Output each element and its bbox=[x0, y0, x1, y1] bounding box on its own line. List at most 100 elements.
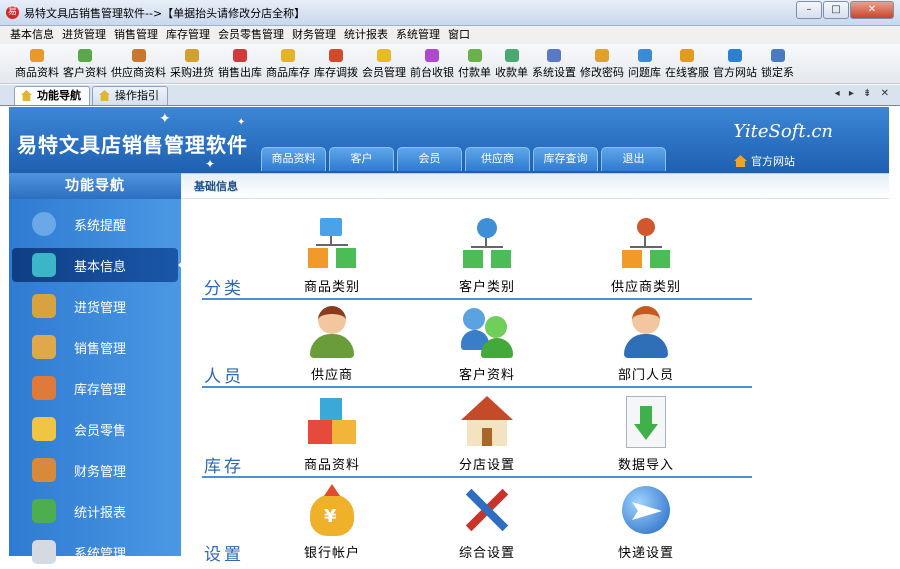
sidebar-item-label: 销售管理 bbox=[74, 341, 127, 357]
topnav-customers[interactable]: 客户 bbox=[329, 147, 394, 171]
toolbar-button[interactable]: 会员管理 bbox=[360, 44, 408, 83]
banner-title: 易特文具店销售管理软件 bbox=[17, 133, 248, 157]
toolbar-icon bbox=[595, 49, 609, 62]
section-divider bbox=[202, 386, 752, 388]
house-icon bbox=[32, 376, 56, 400]
menu-inventory[interactable]: 库存管理 bbox=[162, 26, 214, 44]
toolbar-button-label: 在线客服 bbox=[665, 66, 709, 79]
feature-tile[interactable]: 分店设置 bbox=[432, 396, 542, 473]
section-label: 分类 bbox=[204, 279, 244, 299]
toolbar-button[interactable]: 前台收银 bbox=[408, 44, 456, 83]
feature-tile[interactable]: 商品类别 bbox=[277, 218, 387, 295]
toolbar-button-label: 商品库存 bbox=[266, 66, 310, 79]
toolbar-button[interactable]: 销售出库 bbox=[216, 44, 264, 83]
menu-finance[interactable]: 财务管理 bbox=[288, 26, 340, 44]
window-title: 易特文具店销售管理软件-->【单据抬头请修改分店全称】 bbox=[24, 6, 306, 20]
feature-tile[interactable]: 综合设置 bbox=[432, 484, 542, 561]
close-button[interactable]: ✕ bbox=[850, 1, 894, 19]
menu-purchase[interactable]: 进货管理 bbox=[58, 26, 110, 44]
sidebar-item-label: 进货管理 bbox=[74, 300, 127, 316]
toolbar-button-label: 前台收银 bbox=[410, 66, 454, 79]
app-logo-icon: 易 bbox=[6, 6, 19, 19]
feature-tile[interactable]: 供应商 bbox=[277, 306, 387, 383]
sidebar-item[interactable]: 财务管理 bbox=[12, 453, 178, 487]
feature-tile[interactable]: 部门人员 bbox=[591, 306, 701, 383]
feature-tile[interactable]: 数据导入 bbox=[591, 396, 701, 473]
sidebar-item[interactable]: 系统提醒 bbox=[12, 207, 178, 241]
toolbar-button[interactable]: 客户资料 bbox=[61, 44, 109, 83]
cubes-icon bbox=[32, 253, 56, 277]
minimize-button[interactable]: – bbox=[796, 1, 822, 19]
supplier-person-icon bbox=[306, 306, 358, 358]
section-divider bbox=[202, 476, 752, 478]
toolbar-button[interactable]: 付款单 bbox=[456, 44, 493, 83]
sidebar-item[interactable]: 基本信息 bbox=[12, 248, 186, 282]
toolbar-button[interactable]: 修改密码 bbox=[578, 44, 626, 83]
toolbar-button-label: 供应商资料 bbox=[111, 66, 166, 79]
toolbar-icon bbox=[680, 49, 694, 62]
sidebar-item[interactable]: 统计报表 bbox=[12, 494, 178, 528]
sidebar-item[interactable]: 销售管理 bbox=[12, 330, 178, 364]
toolbar: 商品资料 客户资料 供应商资料 采购进货 销售出库 商品库存 库存调拨 会员管理 前台收银 付款单… bbox=[0, 44, 900, 84]
menu-basic-info[interactable]: 基本信息 bbox=[6, 26, 58, 44]
feature-tile[interactable]: 快递设置 bbox=[591, 484, 701, 561]
toolbar-button-label: 系统设置 bbox=[532, 66, 576, 79]
feature-tile[interactable]: 供应商类别 bbox=[591, 218, 701, 295]
feature-tile[interactable]: ¥ 银行帐户 bbox=[277, 484, 387, 561]
toolbar-button-label: 修改密码 bbox=[580, 66, 624, 79]
toolbar-button[interactable]: 库存调拨 bbox=[312, 44, 360, 83]
toolbar-icon bbox=[504, 49, 519, 62]
tab-controls[interactable]: ◂ ▸ ⇟ ✕ bbox=[835, 88, 892, 99]
feature-label: 供应商类别 bbox=[610, 280, 681, 295]
feature-tile[interactable]: 商品资料 bbox=[277, 396, 387, 473]
sidebar-item[interactable]: 系统管理 bbox=[12, 535, 178, 569]
sidebar-item[interactable]: 会员零售 bbox=[12, 412, 178, 446]
sidebar-item-label: 系统提醒 bbox=[74, 218, 127, 234]
feature-label: 综合设置 bbox=[458, 546, 515, 561]
topnav-products[interactable]: 商品资料 bbox=[261, 147, 326, 171]
tab-strip: 功能导航 操作指引 ◂ ▸ ⇟ ✕ bbox=[0, 85, 900, 106]
toolbar-button[interactable]: 供应商资料 bbox=[109, 44, 168, 83]
toolbar-button[interactable]: 系统设置 bbox=[530, 44, 578, 83]
customer-category-icon bbox=[461, 218, 513, 270]
menu-reports[interactable]: 统计报表 bbox=[340, 26, 392, 44]
sparkle-icon: ✦ bbox=[205, 157, 216, 171]
toolbar-button-label: 销售出库 bbox=[218, 66, 262, 79]
sparkle-icon: ✦ bbox=[159, 111, 171, 127]
menu-sales[interactable]: 销售管理 bbox=[110, 26, 162, 44]
toolbar-button[interactable]: 锁定系 bbox=[759, 44, 796, 83]
toolbar-icon bbox=[78, 49, 92, 62]
toolbar-button[interactable]: 收款单 bbox=[493, 44, 530, 83]
toolbar-button[interactable]: 在线客服 bbox=[663, 44, 711, 83]
topnav-suppliers[interactable]: 供应商 bbox=[465, 147, 530, 171]
topnav-members[interactable]: 会员 bbox=[397, 147, 462, 171]
toolbar-button-label: 锁定系 bbox=[761, 66, 794, 79]
sidebar-item[interactable]: 进货管理 bbox=[12, 289, 178, 323]
topnav-exit[interactable]: 退出 bbox=[601, 147, 666, 171]
box-icon bbox=[32, 294, 56, 318]
coins-icon bbox=[32, 458, 56, 482]
feature-tile[interactable]: 客户资料 bbox=[432, 306, 542, 383]
box-icon bbox=[32, 335, 56, 359]
tab-function-nav[interactable]: 功能导航 bbox=[14, 86, 90, 105]
toolbar-button[interactable]: 商品资料 bbox=[13, 44, 61, 83]
toolbar-button[interactable]: 官方网站 bbox=[711, 44, 759, 83]
tab-label: 功能导航 bbox=[37, 89, 81, 102]
topnav-stock-query[interactable]: 库存查询 bbox=[533, 147, 598, 171]
maximize-button[interactable]: □ bbox=[823, 1, 849, 19]
menu-system[interactable]: 系统管理 bbox=[392, 26, 444, 44]
bar-chart-icon bbox=[32, 499, 56, 523]
toolbar-button[interactable]: 商品库存 bbox=[264, 44, 312, 83]
menu-window[interactable]: 窗口 bbox=[444, 26, 474, 44]
feature-tile[interactable]: 客户类别 bbox=[432, 218, 542, 295]
home-icon bbox=[734, 155, 747, 167]
toolbar-button[interactable]: 问题库 bbox=[626, 44, 663, 83]
sidebar-item-label: 库存管理 bbox=[74, 382, 127, 398]
toolbar-icon bbox=[547, 49, 561, 62]
official-site-link[interactable]: 官方网站 bbox=[734, 153, 795, 169]
toolbar-button[interactable]: 采购进货 bbox=[168, 44, 216, 83]
sidebar-item[interactable]: 库存管理 bbox=[12, 371, 178, 405]
menu-bar: 基本信息 进货管理 销售管理 库存管理 会员零售管理 财务管理 统计报表 系统管… bbox=[0, 26, 900, 44]
menu-member-retail[interactable]: 会员零售管理 bbox=[214, 26, 288, 44]
tab-operation-guide[interactable]: 操作指引 bbox=[92, 86, 168, 105]
